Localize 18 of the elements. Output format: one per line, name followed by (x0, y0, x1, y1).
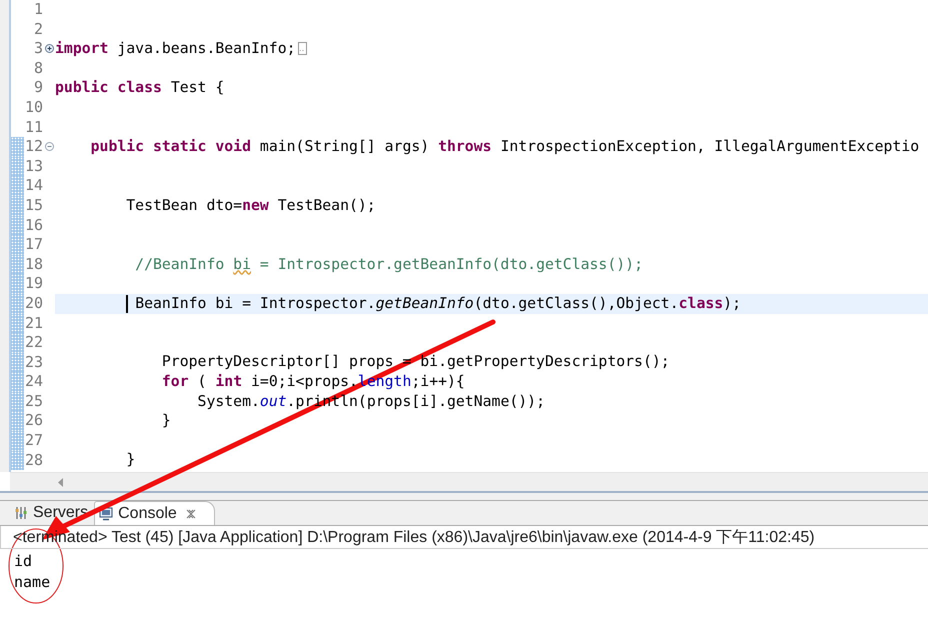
console-output-line: name (14, 572, 52, 593)
expand-icon[interactable] (44, 44, 54, 54)
code-line: TestBean dto=new TestBean(); (125, 196, 376, 216)
collapse-icon[interactable] (44, 142, 54, 152)
code-line: //BeanInfo bi = Introspector.getBeanInfo(dto.getClass()); (134, 254, 643, 275)
view-tab[interactable]: Console (94, 501, 215, 525)
sash[interactable] (0, 491, 928, 501)
code-line: public class Test { (55, 78, 224, 98)
servers-icon (14, 506, 28, 520)
code-line: } (160, 411, 171, 432)
code-line: import java.beans.BeanInfo; (55, 38, 307, 59)
close-icon[interactable] (186, 508, 196, 518)
folded-code-icon[interactable] (298, 42, 307, 56)
code-line: public static void main(String[] args) throws IntrospectionException, IllegalArgumentExceptio (90, 136, 920, 157)
horizontal-scrollbar[interactable] (10, 472, 928, 491)
console-output-line: id (14, 551, 34, 572)
code-line: } (125, 450, 136, 470)
scroll-left-icon[interactable] (58, 478, 63, 486)
